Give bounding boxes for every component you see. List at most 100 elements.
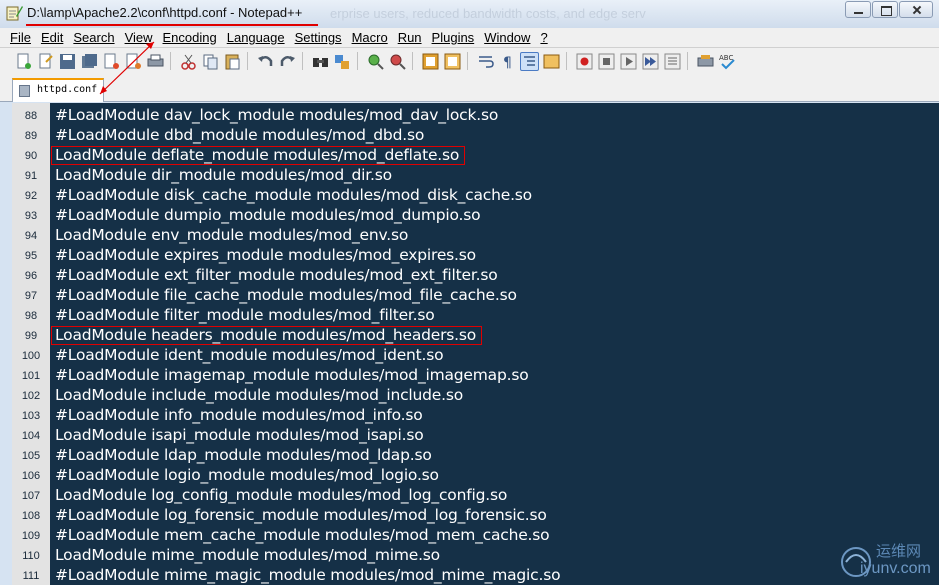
line-number: 111 <box>22 570 40 582</box>
redo-icon[interactable] <box>278 52 297 71</box>
toolbar: ¶ ABC <box>0 48 939 74</box>
toolbar-separator <box>247 52 253 70</box>
menu-edit-label: Edit <box>40 30 64 45</box>
run-macro-multiple-icon[interactable] <box>641 52 660 71</box>
undo-icon[interactable] <box>256 52 275 71</box>
line-number: 110 <box>22 550 40 562</box>
find-icon[interactable] <box>311 52 330 71</box>
code-line[interactable]: 94 LoadModule env_module modules/mod_env.… <box>12 225 939 245</box>
menu-file[interactable]: File <box>5 28 36 47</box>
menu-settings[interactable]: Settings <box>290 28 347 47</box>
menu-view[interactable]: View <box>120 28 158 47</box>
line-number: 108 <box>21 510 41 522</box>
code-line[interactable]: 88 #LoadModule dav_lock_module modules/mo… <box>12 105 939 125</box>
zoom-out-icon[interactable] <box>388 52 407 71</box>
word-wrap-icon[interactable] <box>476 52 495 71</box>
code-line[interactable]: 104 LoadModule isapi_module modules/mod_i… <box>12 425 939 445</box>
menu-encoding[interactable]: Encoding <box>158 28 222 47</box>
line-number: 105 <box>21 450 41 462</box>
code-line[interactable]: 105 #LoadModule ldap_module modules/mod_l… <box>12 445 939 465</box>
new-file-icon[interactable] <box>14 52 33 71</box>
menu-macro[interactable]: Macro <box>347 28 393 47</box>
code-line[interactable]: 103 #LoadModule info_module modules/mod_i… <box>12 405 939 425</box>
close-icon[interactable] <box>102 52 121 71</box>
minimize-button[interactable] <box>845 1 871 18</box>
indent-guide-icon[interactable] <box>520 51 539 71</box>
doc-map-icon[interactable] <box>542 52 561 71</box>
code-line[interactable]: 110 LoadModule mime_module modules/mod_mi… <box>12 545 939 565</box>
code-line[interactable]: 101 #LoadModule imagemap_module modules/m… <box>12 365 939 385</box>
code-line[interactable]: 92 #LoadModule disk_cache_module modules/… <box>12 185 939 205</box>
highlight-box <box>51 326 482 345</box>
code-line[interactable]: 107 LoadModule log_config_module modules/… <box>12 485 939 505</box>
code-line[interactable]: 109 #LoadModule mem_cache_module modules/… <box>12 525 939 545</box>
line-number: 104 <box>21 430 41 442</box>
show-all-chars-icon[interactable]: ¶ <box>498 52 517 71</box>
code-line[interactable]: 90 LoadModule deflate_module modules/mod_… <box>12 145 939 165</box>
menu-search[interactable]: Search <box>68 28 119 47</box>
code-line[interactable]: 111 #LoadModule mime_magic_module modules… <box>12 565 939 585</box>
menu-window[interactable]: Window <box>479 28 535 47</box>
open-file-icon[interactable] <box>36 52 55 71</box>
record-macro-icon[interactable] <box>575 52 594 71</box>
menu-edit[interactable]: Edit <box>36 28 68 47</box>
menu-language-label: Language <box>226 30 285 45</box>
code-text: #LoadModule mime_magic_module modules/mo… <box>55 566 561 584</box>
toolbar-separator <box>170 52 176 70</box>
menu-plugins[interactable]: Plugins <box>427 28 480 47</box>
code-line[interactable]: 100 #LoadModule ident_module modules/mod_… <box>12 345 939 365</box>
menu-run-label: Run <box>397 30 422 45</box>
code-line[interactable]: 106 #LoadModule logio_module modules/mod_… <box>12 465 939 485</box>
menu-run[interactable]: Run <box>393 28 427 47</box>
zoom-in-icon[interactable] <box>366 52 385 71</box>
code-line[interactable]: 98 #LoadModule filter_module modules/mod_… <box>12 305 939 325</box>
code-line[interactable]: 99 LoadModule headers_module modules/mod_… <box>12 325 939 345</box>
code-line[interactable]: 91 LoadModule dir_module modules/mod_dir.… <box>12 165 939 185</box>
menu-encoding-label: Encoding <box>162 30 217 45</box>
toolbar-separator <box>357 52 363 70</box>
paste-icon[interactable] <box>223 52 242 71</box>
spell-check-icon[interactable]: ABC <box>718 52 737 71</box>
code-line[interactable]: 97 #LoadModule file_cache_module modules/… <box>12 285 939 305</box>
line-number: 88 <box>24 110 38 122</box>
code-line[interactable]: 95 #LoadModule expires_module modules/mod… <box>12 245 939 265</box>
print-icon[interactable] <box>146 52 165 71</box>
line-number: 103 <box>21 410 41 422</box>
replace-icon[interactable] <box>333 52 352 71</box>
code-line[interactable]: 108 #LoadModule log_forensic_module modul… <box>12 505 939 525</box>
code-line[interactable]: 96 #LoadModule ext_filter_module modules/… <box>12 265 939 285</box>
code-line[interactable]: 93 #LoadModule dumpio_module modules/mod_… <box>12 205 939 225</box>
sync-vertical-icon[interactable] <box>421 52 440 71</box>
close-button[interactable] <box>899 1 933 18</box>
line-number: 96 <box>24 270 38 282</box>
menu-window-label: Window <box>484 30 531 45</box>
maximize-button[interactable] <box>872 1 898 18</box>
menu-settings-label: Settings <box>294 30 342 45</box>
save-icon[interactable] <box>58 52 77 71</box>
menu-help[interactable]: ? <box>535 28 552 47</box>
save-all-icon[interactable] <box>80 52 99 71</box>
cut-icon[interactable] <box>179 52 198 71</box>
code-text: #LoadModule log_forensic_module modules/… <box>55 506 547 524</box>
background-ghost-text: erprise users, reduced bandwidth costs, … <box>330 6 646 21</box>
menu-search-label: Search <box>73 30 115 45</box>
code-line[interactable]: 89 #LoadModule dbd_module modules/mod_dbd… <box>12 125 939 145</box>
play-macro-icon[interactable] <box>619 52 638 71</box>
launch-browser-icon[interactable] <box>696 52 715 71</box>
toolbar-separator <box>687 52 693 70</box>
code-text: LoadModule log_config_module modules/mod… <box>55 486 508 504</box>
line-number: 94 <box>24 230 38 242</box>
close-all-icon[interactable] <box>124 52 143 71</box>
stop-macro-icon[interactable] <box>597 52 616 71</box>
save-macro-icon[interactable] <box>663 52 682 71</box>
tab-httpd-conf[interactable]: httpd.conf <box>12 78 104 102</box>
code-line[interactable]: 102 LoadModule include_module modules/mod… <box>12 385 939 405</box>
line-number: 100 <box>21 350 41 362</box>
editor-area[interactable]: 88 #LoadModule dav_lock_module modules/mo… <box>12 103 939 585</box>
code-text: #LoadModule info_module modules/mod_info… <box>55 406 423 424</box>
menu-bar: File Edit Search View Encoding Language … <box>0 28 939 48</box>
menu-language[interactable]: Language <box>222 28 290 47</box>
line-number: 98 <box>24 310 38 322</box>
copy-icon[interactable] <box>201 52 220 71</box>
sync-horizontal-icon[interactable] <box>443 52 462 71</box>
